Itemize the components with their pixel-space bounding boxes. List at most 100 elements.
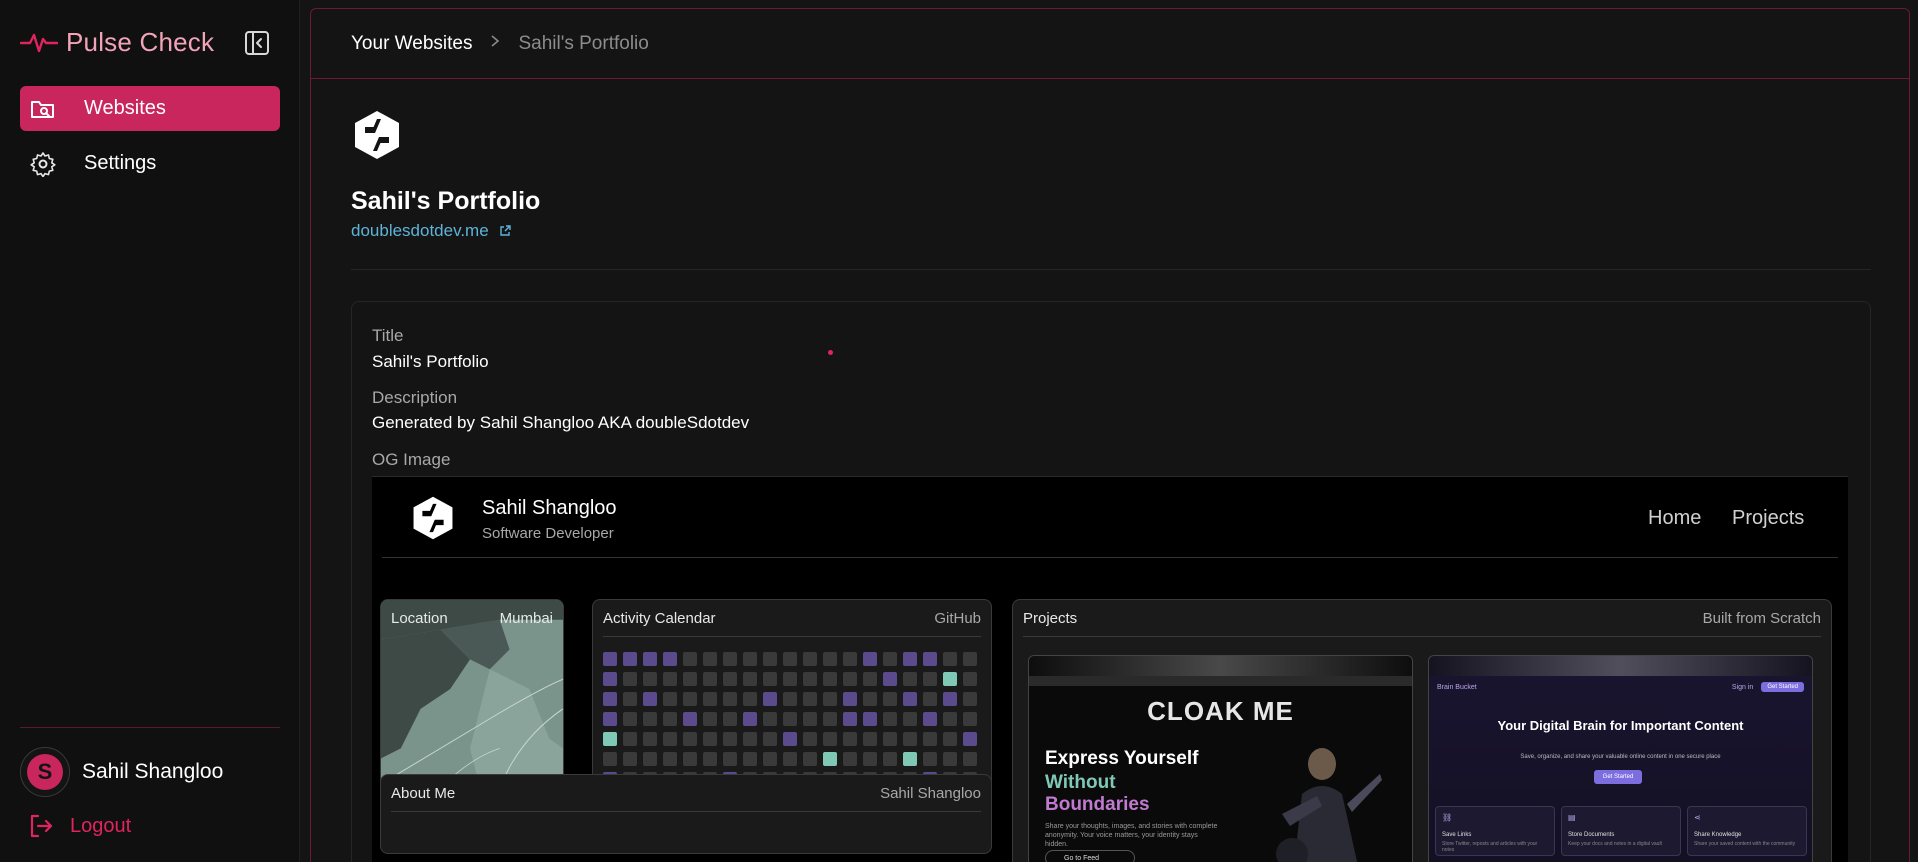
logout-label: Logout [70,814,132,837]
activity-cell [943,752,957,766]
sidebar-item-label: Settings [84,152,157,174]
projects-header: Projects Built from Scratch [1023,610,1821,634]
activity-cell [783,712,797,726]
activity-cell [843,672,857,686]
cloak-cta: Go to Feed [1045,850,1135,862]
activity-cell [763,672,777,686]
about-label: About Me [391,785,456,802]
og-role: Software Developer [482,525,614,542]
activity-cell [603,732,617,746]
activity-cell [883,752,897,766]
activity-cell [803,672,817,686]
activity-cell [783,692,797,706]
activity-cell [783,652,797,666]
activity-cell [923,732,937,746]
activity-cell [803,732,817,746]
og-image-preview: Sahil Shangloo Software Developer Home P… [372,476,1848,862]
activity-cell [603,712,617,726]
activity-cell [723,752,737,766]
og-nav-home: Home [1648,507,1702,529]
activity-cell [963,672,977,686]
activity-cell [803,692,817,706]
activity-cell [643,692,657,706]
sidebar-item-websites[interactable]: Websites [20,86,280,131]
activity-cell [883,712,897,726]
about-header: About Me Sahil Shangloo [391,785,981,809]
user-profile[interactable]: S Sahil Shangloo [20,747,223,797]
title-value: Sahil's Portfolio [372,352,489,371]
activity-cell [663,672,677,686]
activity-cell [623,752,637,766]
projects-tile: Projects Built from Scratch CLOAK ME Exp… [1012,599,1832,862]
activity-rule [603,636,981,637]
activity-cell [863,732,877,746]
collapse-sidebar-icon[interactable] [244,30,270,56]
projects-note: Built from Scratch [1702,610,1821,627]
shot-glow [1029,656,1412,676]
activity-cell [903,752,917,766]
wizard-figure-image [1276,748,1382,862]
activity-cell [823,752,837,766]
activity-cell [683,752,697,766]
activity-cell [743,732,757,746]
activity-cell [923,672,937,686]
cloak-blurb: Share your thoughts, images, and stories… [1045,823,1218,848]
brain-brand: Brain Bucket [1437,683,1477,691]
activity-cell [683,672,697,686]
breadcrumb-root-link[interactable]: Your Websites [351,33,472,55]
og-logo [413,496,453,540]
activity-cell [623,712,637,726]
activity-cell [903,712,917,726]
brain-nav: Brain Bucket Sign in Get Started [1437,680,1804,694]
activity-cell [743,692,757,706]
location-label: Location [391,610,448,627]
activity-cell [943,672,957,686]
activity-cell [923,652,937,666]
brand[interactable]: Pulse Check [20,26,214,58]
activity-cell [923,752,937,766]
activity-cell [703,672,717,686]
activity-cell [763,692,777,706]
activity-cell [843,652,857,666]
activity-cell [683,652,697,666]
activity-cell [763,712,777,726]
sidebar-item-settings[interactable]: Settings [20,141,280,186]
document-icon: ▤ [1568,813,1576,822]
brain-nav-actions: Sign in Get Started [1732,682,1804,692]
activity-cell [663,712,677,726]
activity-cell [703,652,717,666]
activity-cell [883,692,897,706]
activity-cell [803,752,817,766]
activity-cell [743,712,757,726]
activity-cell [823,652,837,666]
activity-cell [863,652,877,666]
logout-icon [30,814,53,838]
activity-cell [903,652,917,666]
cloak-line-1: Express Yourself [1045,748,1199,769]
brain-card-desc: Share your saved content with the commun… [1694,841,1796,847]
activity-cell [763,652,777,666]
activity-cell [623,732,637,746]
activity-cell [723,712,737,726]
activity-cell [703,732,717,746]
activity-cell [783,752,797,766]
pulse-icon [20,33,58,53]
brain-card: ▤ Store Documents Keep your docs and not… [1561,806,1681,856]
logout-button[interactable]: Logout [28,813,131,839]
activity-tile: Activity Calendar GitHub [592,599,992,789]
brain-signin: Sign in [1731,683,1754,691]
activity-cell [703,752,717,766]
project-screenshot-brain: Brain Bucket Sign in Get Started Your Di… [1428,655,1813,862]
activity-cell [963,692,977,706]
activity-cell [823,672,837,686]
og-nav-projects: Projects [1732,507,1805,529]
activity-cell [883,732,897,746]
avatar-initial: S [27,754,63,790]
activity-cell [663,652,677,666]
brain-card-title: Share Knowledge [1694,832,1742,838]
activity-cell [943,712,957,726]
activity-cell [603,672,617,686]
activity-grid [603,652,977,786]
site-url-link[interactable]: doublesdotdev.me [351,221,511,241]
about-rule [391,811,981,812]
